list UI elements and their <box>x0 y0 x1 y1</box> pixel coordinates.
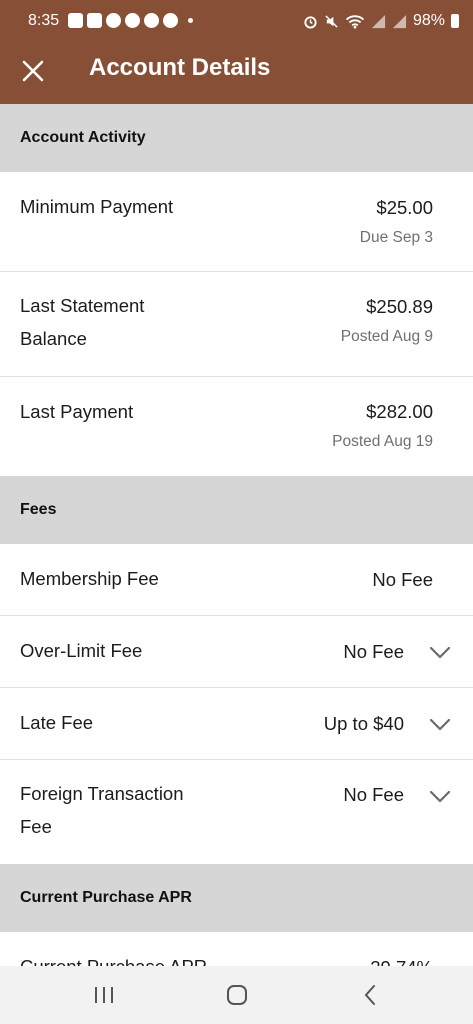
foreign-transaction-fee-row[interactable]: Foreign Transaction Fee No Fee <box>0 760 473 864</box>
youtube-icon <box>87 13 102 28</box>
battery-percent: 98% <box>412 12 445 29</box>
foreign-transaction-fee-value: No Fee <box>343 784 404 805</box>
last-payment-value: $282.00 <box>366 401 433 422</box>
late-fee-value: Up to $40 <box>323 713 404 734</box>
close-icon <box>22 60 44 82</box>
back-icon <box>364 985 375 1005</box>
signal-icon <box>392 14 407 28</box>
last-statement-balance-label: Last Statement Balance <box>20 295 145 349</box>
recents-button[interactable] <box>84 980 124 1010</box>
section-header-account-activity: Account Activity <box>0 104 473 172</box>
signal-icon <box>371 14 386 28</box>
late-fee-row[interactable]: Late Fee Up to $40 <box>0 688 473 760</box>
chevron-down-icon[interactable] <box>429 718 451 732</box>
late-fee-label: Late Fee <box>20 712 94 733</box>
section-header-current-purchase-apr: Current Purchase APR <box>0 864 473 932</box>
mute-icon <box>325 14 338 28</box>
chrome-icon <box>144 13 159 28</box>
notification-icons <box>68 13 193 28</box>
foreign-transaction-fee-label: Foreign Transaction Fee <box>20 783 184 837</box>
account-details-list: Account Activity Minimum Payment $25.00 … <box>0 104 473 1004</box>
last-statement-balance-value: $250.89 <box>366 296 433 317</box>
minimum-payment-row: Minimum Payment $25.00 Due Sep 3 <box>0 172 473 272</box>
page-title: Account Details <box>89 54 271 81</box>
membership-fee-row: Membership Fee No Fee <box>0 544 473 616</box>
battery-icon <box>451 14 459 28</box>
minimum-payment-label: Minimum Payment <box>20 196 174 217</box>
chrome-icon <box>125 13 140 28</box>
back-button[interactable] <box>350 980 390 1010</box>
membership-fee-value: No Fee <box>372 569 433 590</box>
last-payment-row: Last Payment $282.00 Posted Aug 19 <box>0 377 473 476</box>
more-notifications-icon <box>188 18 193 23</box>
youtube-icon <box>68 13 83 28</box>
last-statement-posted-date: Posted Aug 9 <box>340 328 433 345</box>
last-payment-posted-date: Posted Aug 19 <box>332 433 433 450</box>
wifi-icon <box>345 14 365 29</box>
chrome-icon <box>106 13 121 28</box>
close-button[interactable] <box>14 52 52 90</box>
system-navigation-bar <box>0 966 473 1024</box>
status-time: 8:35 <box>28 12 60 29</box>
home-button[interactable] <box>217 980 257 1010</box>
over-limit-fee-label: Over-Limit Fee <box>20 640 143 661</box>
app-bar: Account Details <box>0 42 473 104</box>
over-limit-fee-value: No Fee <box>343 641 404 662</box>
minimum-payment-due-date: Due Sep 3 <box>359 229 433 246</box>
minimum-payment-value: $25.00 <box>376 197 433 218</box>
alarm-icon <box>304 15 317 29</box>
chrome-icon <box>163 13 178 28</box>
chevron-down-icon[interactable] <box>429 790 451 804</box>
status-bar: 8:35 98% <box>0 0 473 42</box>
home-icon <box>227 985 247 1005</box>
section-header-fees: Fees <box>0 476 473 544</box>
app-header: 8:35 98% Account Details <box>0 0 473 104</box>
over-limit-fee-row[interactable]: Over-Limit Fee No Fee <box>0 616 473 688</box>
last-statement-balance-row: Last Statement Balance $250.89 Posted Au… <box>0 272 473 377</box>
membership-fee-label: Membership Fee <box>20 568 159 589</box>
system-icons: 98% <box>303 12 459 30</box>
recents-icon <box>95 987 113 1003</box>
last-payment-label: Last Payment <box>20 401 134 422</box>
chevron-down-icon[interactable] <box>429 646 451 660</box>
